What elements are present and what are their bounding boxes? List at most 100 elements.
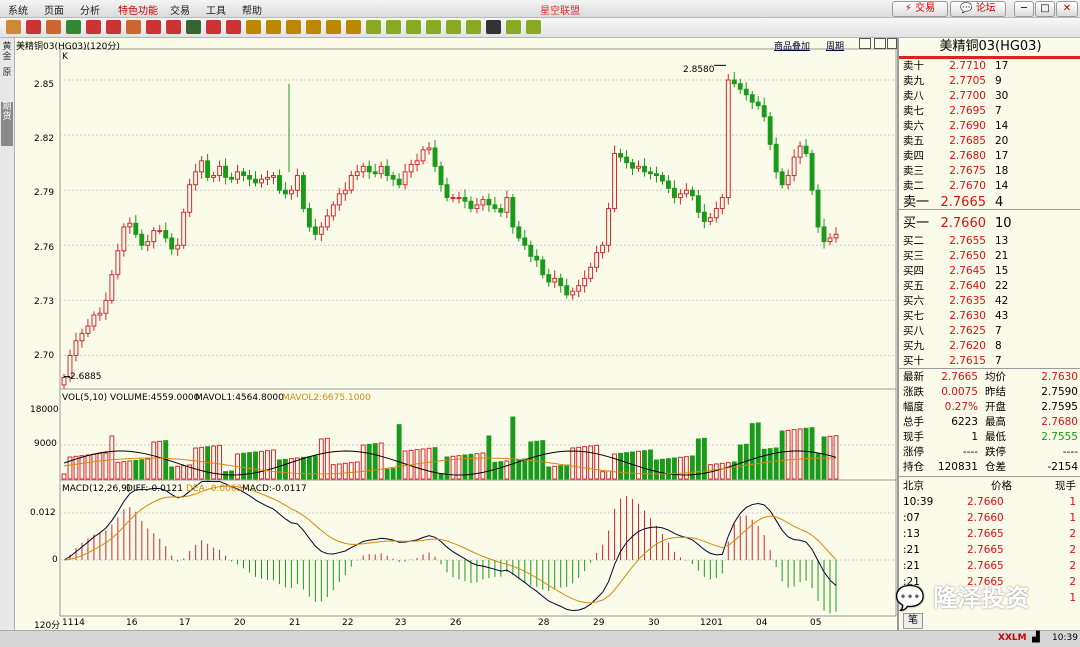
quote-title: 美精铜03(HG03) bbox=[899, 38, 1080, 59]
tab-ticks[interactable]: 笔 bbox=[903, 613, 923, 629]
toolbar-x3-icon[interactable] bbox=[526, 20, 541, 34]
stat-label: 总手 bbox=[903, 416, 924, 428]
ask-price: 2.7680 bbox=[949, 150, 986, 162]
menu-page[interactable]: 页面 bbox=[44, 2, 64, 17]
toolbar-x2-icon[interactable] bbox=[506, 20, 521, 34]
tick-qty: 2 bbox=[1069, 544, 1076, 556]
menu-analysis[interactable]: 分析 bbox=[80, 2, 100, 17]
volume-bar bbox=[624, 452, 629, 480]
volume-bar bbox=[809, 427, 815, 480]
volume-bar bbox=[139, 459, 145, 480]
menu-system[interactable]: 系统 bbox=[8, 2, 28, 17]
minimize-icon[interactable]: ─ bbox=[1014, 1, 1034, 17]
layout-icon[interactable] bbox=[859, 38, 871, 49]
candle-body bbox=[612, 152, 618, 210]
vol-tick: 18000 bbox=[30, 405, 59, 415]
menu-features[interactable]: 特色功能 bbox=[118, 2, 158, 17]
candle-body bbox=[701, 211, 707, 222]
toolbar-n60-icon[interactable] bbox=[446, 20, 461, 34]
toolbar-n5-icon[interactable] bbox=[386, 20, 401, 34]
toolbar-n120-icon[interactable] bbox=[466, 20, 481, 34]
candle-body bbox=[618, 152, 624, 158]
ask-price: 2.7675 bbox=[949, 165, 986, 177]
ask-label: 卖八 bbox=[903, 90, 924, 102]
close-icon[interactable]: ✕ bbox=[1056, 1, 1078, 17]
volume-bar bbox=[486, 435, 492, 480]
candle-body bbox=[797, 145, 803, 158]
toolbar-min5-icon[interactable] bbox=[246, 20, 261, 34]
toolbar-refresh-icon[interactable] bbox=[66, 20, 81, 34]
toolbar-home-icon[interactable] bbox=[26, 20, 41, 34]
volume-bar bbox=[654, 459, 659, 480]
bid-label: 买七 bbox=[903, 310, 924, 322]
toolbar-pen-icon[interactable] bbox=[126, 20, 141, 34]
toolbar-zoom-out-icon[interactable] bbox=[106, 20, 121, 34]
bid-price: 2.7620 bbox=[949, 340, 986, 352]
period-link[interactable]: 周期 bbox=[826, 39, 844, 52]
volume-bar bbox=[390, 468, 396, 480]
volume-bar bbox=[145, 458, 151, 480]
bid-qty: 21 bbox=[995, 250, 1009, 262]
toolbar-pin-icon[interactable] bbox=[166, 20, 181, 34]
diff-value: DIFF:-0.0121 bbox=[126, 484, 184, 494]
tab-raw[interactable]: 原 bbox=[1, 68, 13, 80]
toolbar-back-icon[interactable] bbox=[6, 20, 21, 34]
mavol2-value: MAVOL2:6675.1000 bbox=[282, 393, 371, 403]
candle-body bbox=[510, 197, 516, 228]
ticks-time-header: 北京 bbox=[903, 480, 924, 492]
toolbar-month-icon[interactable] bbox=[346, 20, 361, 34]
ask-row: 卖八 2.7700 30 bbox=[899, 89, 1080, 104]
menu-help[interactable]: 帮助 bbox=[242, 2, 262, 17]
toolbar-screen-icon[interactable] bbox=[46, 20, 61, 34]
volume-bar bbox=[564, 464, 570, 480]
toolbar-chart-icon[interactable] bbox=[206, 20, 221, 34]
candle-body bbox=[342, 189, 348, 195]
trade-button[interactable]: ⚡ 交易 bbox=[892, 1, 948, 17]
toolbar-n30-icon[interactable] bbox=[426, 20, 441, 34]
tick-qty: 2 bbox=[1069, 576, 1076, 588]
toolbar-min1-icon[interactable] bbox=[226, 20, 241, 34]
expand-icon[interactable] bbox=[887, 38, 897, 49]
menu-tools[interactable]: 工具 bbox=[206, 2, 226, 17]
macd-tick: 0 bbox=[52, 555, 58, 565]
maximize-icon[interactable]: □ bbox=[1035, 1, 1055, 17]
tick-qty: 1 bbox=[1069, 592, 1076, 604]
volume-bar bbox=[420, 448, 426, 480]
vol-value: VOLUME:4559.0000 bbox=[110, 393, 200, 403]
toolbar-flag-icon[interactable] bbox=[146, 20, 161, 34]
x-tick: 04 bbox=[756, 618, 768, 628]
toolbar-n15-icon[interactable] bbox=[406, 20, 421, 34]
zoom-icon[interactable] bbox=[874, 38, 886, 49]
volume-bar bbox=[175, 465, 181, 480]
menu-trade[interactable]: 交易 bbox=[170, 2, 190, 17]
toolbar-table-icon[interactable] bbox=[186, 20, 201, 34]
candle-body bbox=[61, 376, 67, 386]
y-tick: 2.76 bbox=[34, 243, 55, 253]
stat-label: 现手 bbox=[903, 431, 924, 443]
mavol1-value: MAVOL1:4564.8000 bbox=[195, 393, 284, 403]
toolbar-year-icon[interactable] bbox=[366, 20, 381, 34]
forum-button[interactable]: 💬 论坛 bbox=[950, 1, 1006, 17]
toolbar-x1-icon[interactable] bbox=[486, 20, 501, 34]
toolbar-min15-icon[interactable] bbox=[266, 20, 281, 34]
toolbar-day-icon[interactable] bbox=[306, 20, 321, 34]
toolbar-zoom-in-icon[interactable] bbox=[86, 20, 101, 34]
tab-gold[interactable]: 黄金 bbox=[1, 42, 13, 64]
ask-price: 2.7685 bbox=[949, 135, 986, 147]
tab-futures[interactable]: 期货 bbox=[1, 102, 13, 146]
ask-price: 2.7710 bbox=[949, 60, 986, 72]
kline-chart[interactable] bbox=[14, 38, 897, 630]
overlay-link[interactable]: 商品叠加 bbox=[774, 39, 810, 52]
volume-bar bbox=[689, 455, 695, 480]
candle-body bbox=[312, 226, 318, 235]
volume-bar bbox=[300, 456, 306, 480]
stat-value: 6223 bbox=[951, 416, 978, 428]
candle-body bbox=[420, 149, 426, 162]
stat-value: 0.27% bbox=[944, 401, 978, 413]
candle-body bbox=[235, 171, 240, 180]
toolbar-hour-icon[interactable] bbox=[286, 20, 301, 34]
chart-area[interactable]: 美精铜03(HG03)(120分) K 商品叠加 周期 2.85 2.82 2.… bbox=[14, 38, 897, 631]
bid-price: 2.7615 bbox=[949, 355, 986, 367]
toolbar-week-icon[interactable] bbox=[326, 20, 341, 34]
volume-bar bbox=[181, 465, 187, 480]
